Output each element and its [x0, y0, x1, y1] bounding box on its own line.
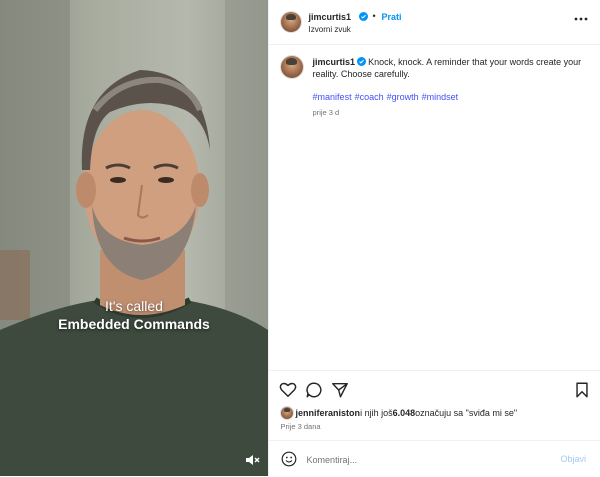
hashtag-link[interactable]: #growth: [387, 92, 419, 102]
likes-count[interactable]: 6.048: [393, 408, 416, 418]
post-timestamp[interactable]: Prije 3 dana: [281, 422, 321, 431]
likes-summary: jenniferaniston i njih još 6.048 označuj…: [280, 406, 518, 420]
comment-composer: Objavi: [268, 440, 600, 477]
verified-badge-icon: [357, 57, 367, 66]
audio-label[interactable]: Izvorni zvuk: [309, 25, 351, 34]
avatar[interactable]: [280, 56, 303, 78]
comment-icon[interactable]: [305, 381, 323, 399]
video-caption-line2: Embedded Commands: [58, 316, 210, 332]
follow-button[interactable]: Prati: [382, 12, 402, 22]
heart-icon[interactable]: [279, 381, 297, 399]
hashtag-link[interactable]: #mindset: [422, 92, 459, 102]
video-caption-line1: It's called: [105, 298, 163, 314]
likes-suffix-text: označuju sa "sviđa mi se": [415, 408, 518, 418]
caption-text-block: jimcurtis1 Knock, knock. A reminder that …: [313, 56, 589, 80]
comment-input[interactable]: [304, 449, 549, 471]
caption-timestamp: prije 3 d: [312, 108, 340, 117]
likes-middle-text: i njih još: [360, 408, 393, 418]
action-bar: [268, 370, 600, 407]
video-player[interactable]: It's called Embedded Commands: [0, 0, 268, 476]
bookmark-icon[interactable]: [573, 381, 591, 399]
author-username[interactable]: jimcurtis1: [309, 12, 352, 22]
video-frame: [0, 0, 268, 476]
separator-dot: •: [372, 11, 376, 21]
speaker-muted-icon[interactable]: [244, 452, 260, 468]
hashtag-link[interactable]: #coach: [355, 92, 384, 102]
hashtag-link[interactable]: #manifest: [313, 92, 352, 102]
more-horizontal-icon[interactable]: [573, 14, 589, 24]
avatar[interactable]: [280, 407, 293, 419]
send-icon[interactable]: [331, 381, 349, 399]
caption-username[interactable]: jimcurtis1: [313, 57, 356, 67]
post-comment-button[interactable]: Objavi: [561, 454, 587, 464]
instagram-post: It's called Embedded Commands jimcurtis1…: [0, 0, 600, 476]
post-header: jimcurtis1 • Prati Izvorni zvuk: [268, 0, 600, 45]
verified-badge-icon: [358, 12, 368, 21]
post-details-panel: jimcurtis1 • Prati Izvorni zvuk jimcurti…: [267, 0, 600, 477]
liker-username[interactable]: jenniferaniston: [296, 408, 361, 418]
hashtags: #manifest #coach #growth #mindset: [313, 92, 462, 102]
emoji-icon[interactable]: [281, 451, 297, 467]
avatar[interactable]: [280, 12, 301, 32]
